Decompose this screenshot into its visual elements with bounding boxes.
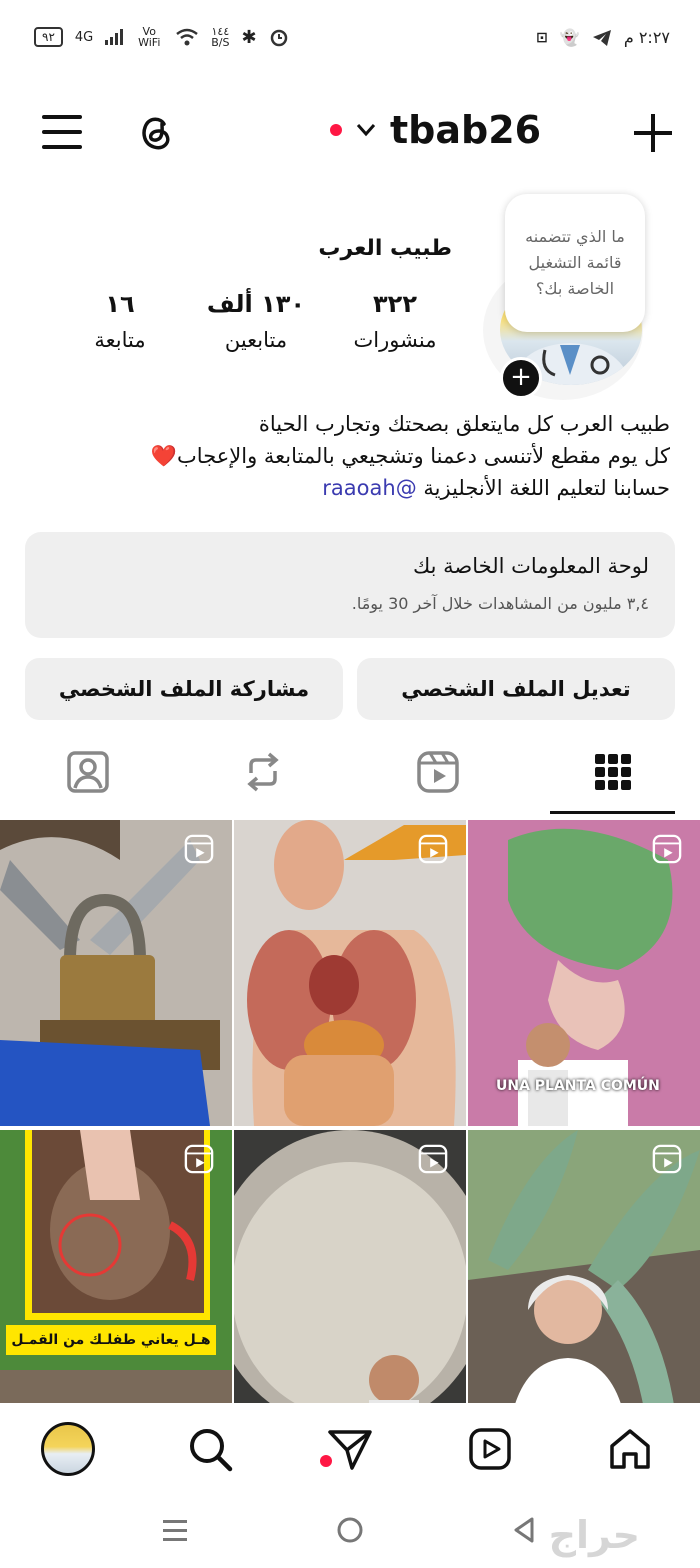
bio-line: طبيب العرب كل مايتعلق بصحتك وتجارب الحيا…	[258, 412, 670, 436]
dashboard-subtitle: ٣,٤ مليون من المشاهدات خلال آخر 30 يومًا…	[351, 594, 649, 613]
vowifi-label: Vo WiFi	[138, 25, 161, 49]
search-icon	[190, 1429, 233, 1472]
lock-wrench-image	[0, 820, 232, 1126]
reel-badge-icon	[184, 834, 214, 864]
threads-icon	[142, 117, 170, 150]
post-thumbnail[interactable]	[234, 1130, 466, 1436]
heart-emoji: ❤️	[150, 444, 178, 468]
stat-followers-value: ١٣٠ ألف	[206, 290, 306, 318]
professional-dashboard[interactable]: لوحة المعلومات الخاصة بك ٣,٤ مليون من ال…	[25, 532, 675, 638]
alarm-icon	[270, 29, 287, 47]
data-speed: ١٤٤ B/S	[211, 25, 230, 49]
hamburger-icon	[42, 115, 82, 149]
recents-icon	[163, 1520, 187, 1541]
telegram-icon	[592, 29, 611, 46]
edit-profile-button[interactable]: تعديل الملف الشخصي	[357, 658, 675, 720]
anatomy-drink-image	[234, 820, 466, 1126]
tab-tagged[interactable]	[0, 730, 175, 814]
profile-bio: طبيب العرب كل مايتعلق بصحتك وتجارب الحيا…	[60, 408, 670, 504]
tab-reposts[interactable]	[175, 730, 350, 814]
stat-followers-label: متابعين	[224, 328, 288, 352]
unread-dot	[320, 1455, 332, 1467]
clock: ٢:٢٧ م	[623, 28, 670, 47]
grid-icon	[594, 754, 631, 790]
tagged-icon	[66, 751, 109, 793]
battery-indicator: ٩٢	[34, 27, 63, 47]
post-thumbnail[interactable]: هـل يعاني طفلـك من القمـل	[0, 1130, 232, 1436]
note-text: ما الذي تتضمنه قائمة التشغيل الخاصة بك؟	[525, 227, 625, 298]
note-bubble[interactable]: ما الذي تتضمنه قائمة التشغيل الخاصة بك؟	[505, 194, 645, 332]
recents-button[interactable]	[160, 1515, 190, 1545]
reel-badge-icon	[184, 1144, 214, 1174]
post-thumbnail[interactable]	[234, 820, 466, 1126]
reel-badge-icon	[652, 1144, 682, 1174]
chevron-down-icon	[356, 124, 376, 137]
circle-home-icon	[337, 1517, 363, 1543]
watermark: حراج	[548, 1513, 640, 1557]
stat-following[interactable]: ١٦ متابعة	[80, 290, 160, 352]
nav-reels[interactable]	[462, 1421, 518, 1477]
reels-icon	[416, 751, 459, 793]
home-icon	[610, 1429, 650, 1469]
menu-button[interactable]	[40, 112, 84, 152]
reel-badge-icon	[418, 834, 448, 864]
snapchat-icon: 👻	[559, 28, 580, 47]
plus-icon	[634, 114, 672, 152]
tab-grid[interactable]	[525, 730, 700, 814]
nav-direct[interactable]	[320, 1421, 378, 1477]
notification-dot	[330, 124, 342, 136]
app-notification-icon: ⊡	[536, 29, 548, 46]
aloe-doctor-image	[468, 1130, 700, 1436]
profile-tabs	[0, 730, 700, 816]
account-switcher[interactable]: tbab26	[330, 108, 541, 152]
profile-username: tbab26	[390, 108, 542, 152]
reel-badge-icon	[418, 1144, 448, 1174]
home-system-button[interactable]	[335, 1515, 365, 1545]
profile-name: طبيب العرب	[318, 236, 452, 261]
nav-home[interactable]	[602, 1421, 658, 1477]
create-button[interactable]	[632, 112, 674, 154]
dashboard-title: لوحة المعلومات الخاصة بك	[412, 554, 649, 578]
direct-icon	[328, 1430, 372, 1470]
active-tab-indicator	[550, 811, 675, 814]
post-caption: هـل يعاني طفلـك من القمـل	[6, 1325, 216, 1355]
threads-button[interactable]	[134, 110, 178, 154]
threads-link[interactable]: @raaoah	[322, 476, 416, 500]
share-profile-button[interactable]: مشاركة الملف الشخصي	[25, 658, 343, 720]
wifi-icon	[176, 28, 199, 46]
oatmeal-image	[234, 1130, 466, 1436]
stat-posts-value: ٣٢٢	[373, 290, 417, 318]
bluetooth-icon: ✱	[241, 26, 257, 48]
stat-followers[interactable]: ١٣٠ ألف متابعين	[200, 290, 312, 352]
bio-line: كل يوم مقطع لأتنسى دعمنا وتشجيعي بالمتاب…	[150, 444, 670, 468]
post-thumbnail[interactable]: UNA PLANTA COMÚN	[468, 820, 700, 1126]
post-caption: UNA PLANTA COMÚN	[496, 1078, 660, 1094]
stat-posts-label: منشورات	[353, 328, 437, 352]
stat-following-label: متابعة	[94, 328, 146, 352]
stat-following-value: ١٦	[105, 290, 135, 318]
status-bar: ٩٢ 4G Vo WiFi ١٤٤ B/S ✱ ⊡ 👻 ٢:٢٧ م	[0, 0, 700, 80]
back-button[interactable]	[510, 1515, 540, 1545]
tab-reels[interactable]	[350, 730, 525, 814]
post-thumbnail[interactable]	[468, 1130, 700, 1436]
bio-line: حسابنا لتعليم اللغة الأنجليزية @raaoah	[322, 476, 670, 500]
lice-image	[0, 1130, 232, 1436]
signal-icon	[105, 29, 124, 45]
post-thumbnail[interactable]	[0, 820, 232, 1126]
threads-small-icon: @	[395, 476, 417, 500]
system-nav: حراج	[0, 1495, 700, 1568]
nav-profile[interactable]	[40, 1421, 96, 1477]
nav-search[interactable]	[182, 1421, 238, 1477]
reels-icon	[469, 1428, 511, 1470]
back-icon	[514, 1517, 534, 1543]
bottom-nav	[0, 1403, 700, 1493]
profile-avatar	[41, 1422, 95, 1476]
repost-icon	[246, 752, 279, 792]
network-type: 4G	[74, 29, 94, 45]
reel-badge-icon	[652, 834, 682, 864]
add-story-button[interactable]: +	[500, 357, 542, 399]
stat-posts[interactable]: ٣٢٢ منشورات	[345, 290, 445, 352]
